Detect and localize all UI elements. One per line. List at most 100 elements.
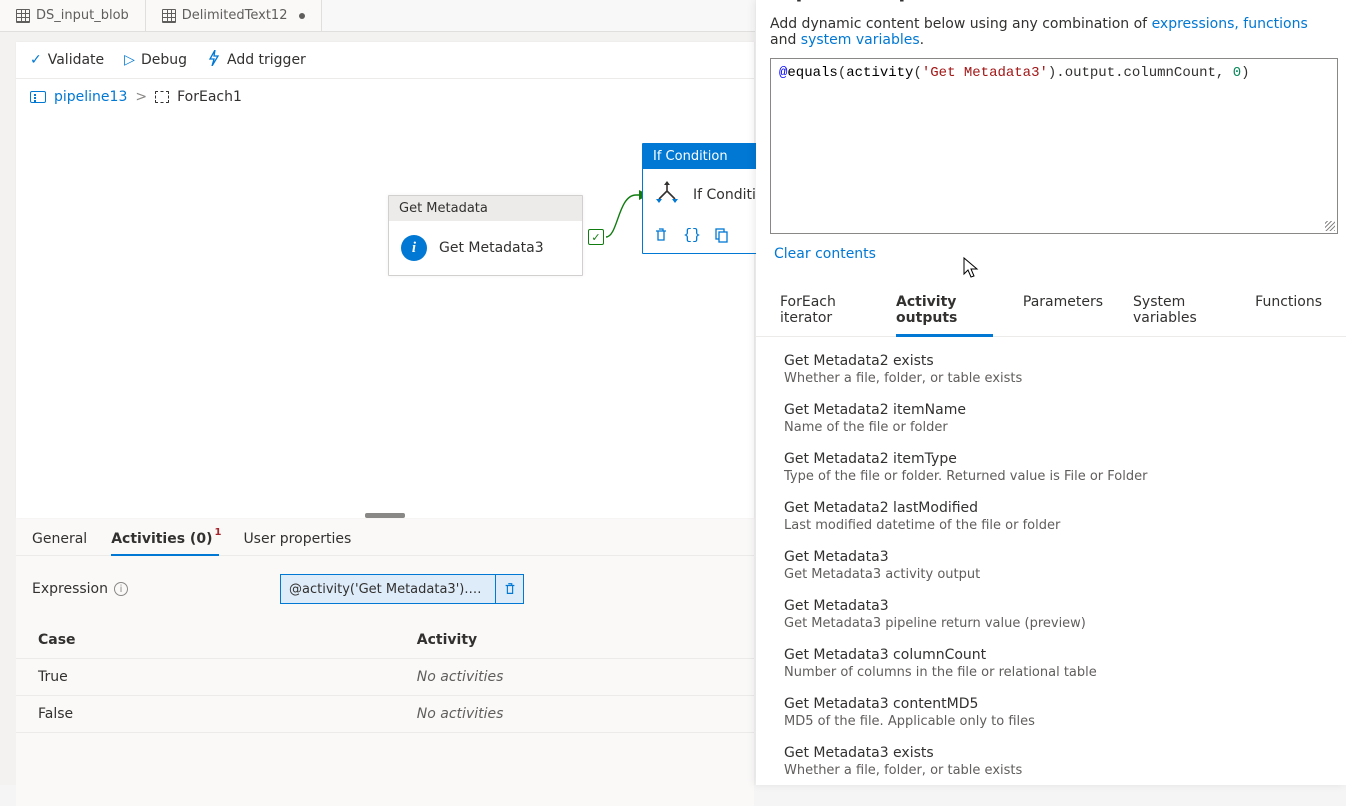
pipeline-icon <box>30 91 46 103</box>
output-title: Get Metadata3 <box>784 549 1318 565</box>
activity-output-item[interactable]: Get Metadata3 columnCount Number of colum… <box>756 639 1346 688</box>
expression-row: Expression i @activity('Get Metadata3').… <box>16 556 754 622</box>
activity-output-item[interactable]: Get Metadata2 itemType Type of the file o… <box>756 443 1346 492</box>
info-icon[interactable]: i <box>114 582 128 596</box>
toolbar-label: Debug <box>141 52 187 68</box>
properties-panel: General Activities (0)1 User properties … <box>16 518 754 806</box>
case-activity: No activities <box>147 696 754 733</box>
node-get-metadata[interactable]: Get Metadata i Get Metadata3 <box>388 195 583 276</box>
properties-tabs: General Activities (0)1 User properties <box>16 518 754 556</box>
output-title: Get Metadata2 lastModified <box>784 500 1318 516</box>
validate-button[interactable]: ✓ Validate <box>30 52 104 68</box>
activity-output-item[interactable]: Get Metadata2 exists Whether a file, fold… <box>756 345 1346 394</box>
node-title: If Conditi <box>693 187 756 203</box>
output-title: Get Metadata2 itemName <box>784 402 1318 418</box>
left-pane: DS_input_blob DelimitedText12 ✓ Validate… <box>0 0 755 785</box>
check-icon: ✓ <box>30 52 42 68</box>
tab-system-variables[interactable]: System variables <box>1133 284 1225 336</box>
case-row[interactable]: True No activities <box>16 659 754 696</box>
case-row[interactable]: False No activities <box>16 696 754 733</box>
col-activity: Activity <box>147 622 754 659</box>
node-body: If Conditi <box>643 169 769 221</box>
activity-output-item[interactable]: Get Metadata3 exists Whether a file, fold… <box>756 737 1346 785</box>
lightning-icon <box>207 50 221 70</box>
cases-table: Case Activity True No activities False N… <box>16 622 754 733</box>
output-title: Get Metadata2 itemType <box>784 451 1318 467</box>
breadcrumb-separator: > <box>135 89 147 105</box>
helper-tabs: ForEach iterator Activity outputs Parame… <box>756 284 1346 337</box>
add-trigger-button[interactable]: Add trigger <box>207 50 306 70</box>
error-badge: 1 <box>214 527 221 538</box>
activity-output-item[interactable]: Get Metadata3 contentMD5 MD5 of the file.… <box>756 688 1346 737</box>
node-body: i Get Metadata3 <box>389 221 582 275</box>
delete-expression-button[interactable] <box>495 575 523 603</box>
braces-icon[interactable]: {} <box>683 227 699 243</box>
node-header: Get Metadata <box>389 196 582 221</box>
output-description: Whether a file, folder, or table exists <box>784 763 1318 778</box>
tab-general[interactable]: General <box>32 523 87 555</box>
output-title: Get Metadata3 contentMD5 <box>784 696 1318 712</box>
output-title: Get Metadata3 columnCount <box>784 647 1318 663</box>
tab-foreach-iterator[interactable]: ForEach iterator <box>780 284 866 336</box>
copy-icon[interactable] <box>713 227 729 243</box>
tab-user-properties[interactable]: User properties <box>243 523 351 555</box>
output-description: Number of columns in the file or relatio… <box>784 665 1318 680</box>
col-case: Case <box>16 622 147 659</box>
output-description: Last modified datetime of the file or fo… <box>784 518 1318 533</box>
output-description: Get Metadata3 activity output <box>784 567 1318 582</box>
foreach-icon <box>155 91 169 103</box>
delete-icon[interactable] <box>653 227 669 243</box>
output-description: Whether a file, folder, or table exists <box>784 371 1318 386</box>
info-icon: i <box>401 235 427 261</box>
success-port[interactable]: ✓ <box>588 229 604 245</box>
output-title: Get Metadata2 exists <box>784 353 1318 369</box>
activity-output-item[interactable]: Get Metadata3Get Metadata3 pipeline retu… <box>756 590 1346 639</box>
breadcrumb-activity: ForEach1 <box>177 89 242 105</box>
canvas-toolbar: ✓ Validate ▷ Debug Add trigger <box>16 42 754 79</box>
output-description: MD5 of the file. Applicable only to file… <box>784 714 1318 729</box>
file-tab-label: DelimitedText12 <box>182 8 288 23</box>
clear-contents-link[interactable]: Clear contents <box>756 242 1346 274</box>
tab-parameters[interactable]: Parameters <box>1023 284 1103 336</box>
expression-value: @activity('Get Metadata3').output.ro… <box>281 582 495 597</box>
panel-resize-handle[interactable] <box>365 513 405 518</box>
node-title: Get Metadata3 <box>439 240 544 256</box>
table-icon <box>162 9 176 23</box>
expression-editor[interactable]: @equals(activity('Get Metadata3').output… <box>770 58 1338 234</box>
output-description: Type of the file or folder. Returned val… <box>784 469 1318 484</box>
file-tab-label: DS_input_blob <box>36 8 129 23</box>
expression-input[interactable]: @activity('Get Metadata3').output.ro… <box>280 574 524 604</box>
activity-outputs-list[interactable]: Get Metadata2 exists Whether a file, fold… <box>756 337 1346 785</box>
cases-body: True No activities False No activities <box>16 659 754 733</box>
output-title: Get Metadata3 exists <box>784 745 1318 761</box>
breadcrumb-pipeline-link[interactable]: pipeline13 <box>54 89 127 105</box>
file-tab-ds-input-blob[interactable]: DS_input_blob <box>0 0 146 31</box>
diagram[interactable]: Get Metadata i Get Metadata3 ✓ If Condit… <box>16 115 754 495</box>
activity-output-item[interactable]: Get Metadata2 itemNameName of the file o… <box>756 394 1346 443</box>
table-icon <box>16 9 30 23</box>
tab-activity-outputs[interactable]: Activity outputs <box>896 284 993 336</box>
tab-activities[interactable]: Activities (0)1 <box>111 523 219 555</box>
system-variables-link[interactable]: system variables <box>801 32 920 48</box>
node-if-condition[interactable]: If Condition If Conditi <box>642 143 770 254</box>
canvas-area: ✓ Validate ▷ Debug Add trigger pipeline1… <box>16 42 754 518</box>
branch-icon <box>653 181 681 209</box>
breadcrumb: pipeline13 > ForEach1 <box>16 79 754 115</box>
toolbar-label: Add trigger <box>227 52 306 68</box>
expressions-link[interactable]: expressions, functions <box>1152 16 1308 32</box>
panel-description: Add dynamic content below using any comb… <box>756 6 1346 58</box>
tab-functions[interactable]: Functions <box>1255 284 1322 336</box>
play-icon: ▷ <box>124 52 135 68</box>
panel-heading: Pipeline expression builder <box>756 0 1346 6</box>
toolbar-label: Validate <box>48 52 104 68</box>
case-name: True <box>16 659 147 696</box>
activity-output-item[interactable]: Get Metadata2 lastModified Last modified … <box>756 492 1346 541</box>
file-tab-delimitedtext12[interactable]: DelimitedText12 <box>146 0 323 31</box>
resize-grip-icon[interactable] <box>1325 221 1335 231</box>
case-activity: No activities <box>147 659 754 696</box>
case-name: False <box>16 696 147 733</box>
expression-label: Expression i <box>32 581 128 597</box>
file-tabs: DS_input_blob DelimitedText12 <box>0 0 755 32</box>
debug-button[interactable]: ▷ Debug <box>124 52 187 68</box>
activity-output-item[interactable]: Get Metadata3 Get Metadata3 activity outp… <box>756 541 1346 590</box>
